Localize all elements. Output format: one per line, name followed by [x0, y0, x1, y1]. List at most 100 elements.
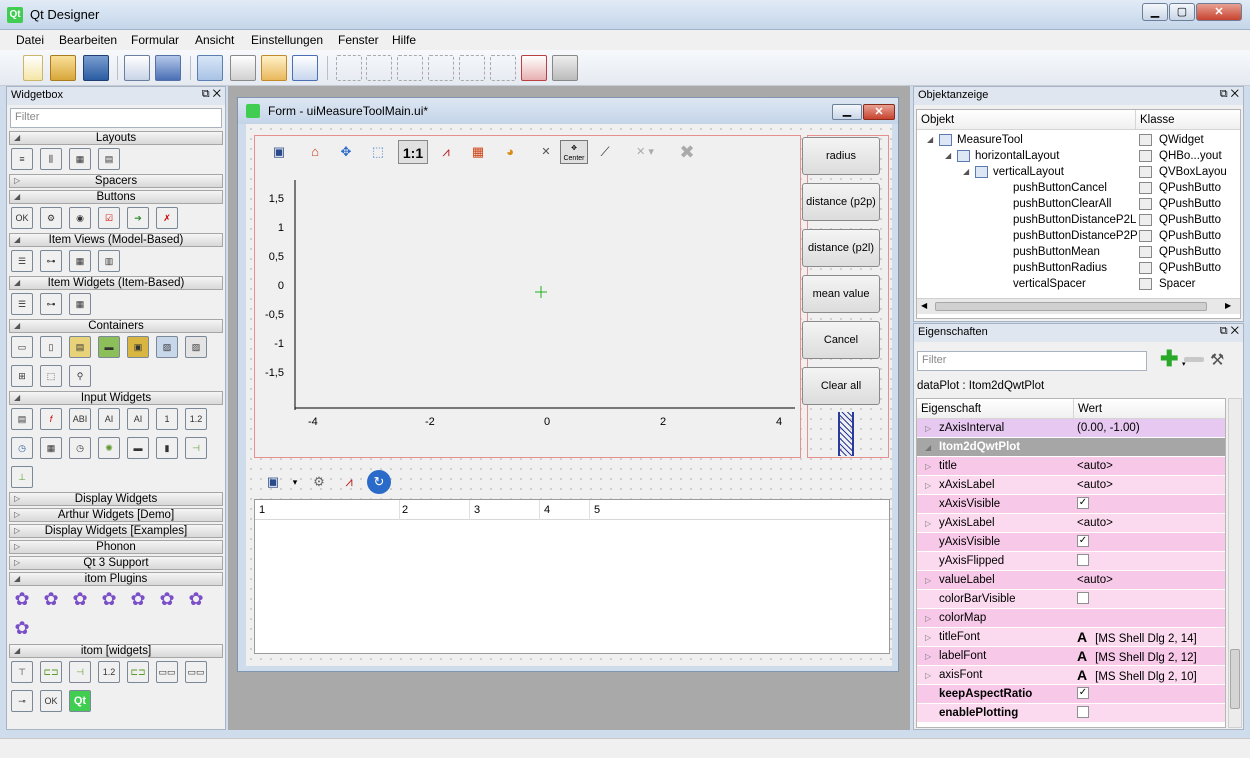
horizontal-scroll-bar-icon[interactable]: ▬	[127, 437, 149, 459]
category-spacers[interactable]: ▷ Spacers	[9, 174, 223, 188]
scroll-left-icon[interactable]: ◀	[921, 301, 927, 310]
vertical-layout-icon[interactable]: ≡	[11, 148, 33, 170]
menu-fenster[interactable]: Fenster	[338, 33, 379, 47]
layout-vertical-icon[interactable]	[366, 55, 392, 81]
tool-button-icon[interactable]: ⚙	[40, 207, 62, 229]
distance-p2l-button[interactable]: distance (p2l)	[802, 229, 880, 267]
property-expander-icon[interactable]: ▷	[925, 571, 931, 590]
horizontal-slider-icon[interactable]: ⊣	[185, 437, 207, 459]
dock-widget-icon[interactable]: ⬚	[40, 365, 62, 387]
command-link-button-icon[interactable]: ➔	[127, 207, 149, 229]
spin-box-icon[interactable]: 1	[156, 408, 178, 430]
dock-float-close-icons[interactable]: ⧉ ✕	[1220, 88, 1239, 101]
layout-grid-icon[interactable]	[459, 55, 485, 81]
color-map-icon[interactable]: ▦	[466, 140, 490, 164]
tree-expander-icon[interactable]: ◢	[945, 148, 951, 164]
itom-path-edit-icon[interactable]: ⊸	[11, 690, 33, 712]
dock-float-close-icons[interactable]: ⧉ ✕	[202, 88, 221, 101]
open-file-icon[interactable]	[50, 55, 76, 81]
menu-hilfe[interactable]: Hilfe	[392, 33, 416, 47]
category-containers[interactable]: ◢ Containers	[9, 319, 223, 333]
itom-double-spin-icon[interactable]: 1.2	[98, 661, 120, 683]
settings-gear-icon[interactable]: ⚙	[307, 470, 331, 494]
form-minimize-button[interactable]: ▁	[832, 104, 862, 120]
object-tree[interactable]: Objekt Klasse ◢ MeasureTool QWidget ◢ horizo…	[916, 109, 1241, 319]
property-filter-input[interactable]: Filter	[917, 351, 1147, 371]
category-arthur-widgets[interactable]: ▷ Arthur Widgets [Demo]	[9, 508, 223, 522]
layout-horizontal-icon[interactable]	[336, 55, 362, 81]
delete-markers-icon[interactable]: ✖	[675, 140, 699, 164]
remove-property-icon[interactable]	[1184, 357, 1204, 362]
property-expander-icon[interactable]: ◢	[925, 438, 931, 457]
tree-view-icon[interactable]: ⊶	[40, 250, 62, 272]
itom-motor-widget-icon[interactable]: ⊤	[11, 661, 33, 683]
property-expander-icon[interactable]: ▷	[925, 457, 931, 476]
object-tree-row[interactable]: pushButtonDistanceP2P QPushButto	[917, 228, 1240, 244]
time-edit-icon[interactable]: ◷	[11, 437, 33, 459]
property-row[interactable]: ▷ labelFont A [MS Shell Dlg 2, 12]	[917, 647, 1225, 666]
itom-range-widget-icon[interactable]: ▭▭	[185, 661, 207, 683]
property-row[interactable]: ▷ xAxisLabel <auto>	[917, 476, 1225, 495]
property-row[interactable]: ▷ colorMap	[917, 609, 1225, 628]
tree-expander-icon[interactable]: ◢	[927, 132, 933, 148]
menu-einstellungen[interactable]: Einstellungen	[251, 33, 323, 47]
edit-signals-slots-icon[interactable]	[230, 55, 256, 81]
property-expander-icon[interactable]: ▷	[925, 476, 931, 495]
group-box-icon[interactable]: ▭	[11, 336, 33, 358]
table-header-cell[interactable]: 4	[539, 500, 550, 520]
table-header-cell[interactable]: 1	[259, 504, 265, 516]
edit-buddies-icon[interactable]	[261, 55, 287, 81]
property-value[interactable]: [MS Shell Dlg 2, 14]	[1095, 633, 1197, 645]
plot-icon[interactable]: ⩘	[337, 470, 361, 494]
property-row[interactable]: yAxisFlipped	[917, 552, 1225, 571]
form-layout-icon[interactable]: ▤	[98, 148, 120, 170]
refresh-icon[interactable]: ↻	[367, 470, 391, 494]
vertical-scroll-bar-icon[interactable]: ▮	[156, 437, 178, 459]
center-marker-button[interactable]: ✥ Center	[560, 140, 588, 164]
add-dynamic-property-icon[interactable]: ✚	[1160, 348, 1178, 370]
scroll-thumb[interactable]	[935, 302, 1207, 311]
zoom-1to1-button[interactable]: 1:1	[398, 140, 428, 164]
col-eigenschaft[interactable]: Eigenschaft	[921, 403, 981, 415]
col-wert[interactable]: Wert	[1073, 399, 1102, 419]
check-box-icon[interactable]: ☑	[98, 207, 120, 229]
combo-box-icon[interactable]: ▤	[11, 408, 33, 430]
column-view-icon[interactable]: ▥	[98, 250, 120, 272]
dial-icon[interactable]: ✺	[98, 437, 120, 459]
itom-plugin-icon[interactable]: ✿	[127, 589, 149, 611]
property-checkbox[interactable]: ✓	[1077, 534, 1089, 547]
property-table[interactable]: Eigenschaft Wert ▷ zAxisInterval (0.00, -1…	[916, 398, 1226, 728]
itom-plugin-icon[interactable]: ✿	[98, 589, 120, 611]
date-edit-icon[interactable]: ▦	[40, 437, 62, 459]
property-row[interactable]: ▷ valueLabel <auto>	[917, 571, 1225, 590]
marker-dropdown-icon[interactable]: ✕ ▾	[633, 140, 657, 164]
marker-cross-icon[interactable]: ✕	[534, 140, 558, 164]
save-dropdown-icon[interactable]: ▾	[283, 470, 307, 494]
mean-value-button[interactable]: mean value	[802, 275, 880, 313]
property-value[interactable]: <auto>	[1077, 457, 1113, 476]
pan-icon[interactable]: ✥	[334, 140, 358, 164]
save-icon[interactable]	[83, 55, 109, 81]
layout-form-icon[interactable]	[490, 55, 516, 81]
property-value[interactable]: <auto>	[1077, 514, 1113, 533]
configure-wrench-icon[interactable]: ⚒	[1210, 350, 1224, 370]
mdi-area-icon[interactable]: ⊞	[11, 365, 33, 387]
object-tree-row[interactable]: pushButtonDistanceP2L QPushButto	[917, 212, 1240, 228]
date-time-edit-icon[interactable]: ◷	[69, 437, 91, 459]
scroll-thumb[interactable]	[1230, 649, 1240, 709]
object-tree-row[interactable]: dataPlot Itom2...tPlot	[917, 292, 1240, 294]
tree-widget-icon[interactable]: ⊶	[40, 293, 62, 315]
itom-range-slider-icon[interactable]: ⊏⊐	[40, 661, 62, 683]
category-layouts[interactable]: ◢ Layouts	[9, 131, 223, 145]
minimize-button[interactable]: ▁	[1142, 3, 1168, 21]
distance-p2p-button[interactable]: distance (p2p)	[802, 183, 880, 221]
font-combo-box-icon[interactable]: f	[40, 408, 62, 430]
object-tree-row[interactable]: verticalSpacer Spacer	[917, 276, 1240, 292]
property-checkbox[interactable]	[1077, 591, 1089, 604]
itom-plugin-icon[interactable]: ✿	[11, 618, 33, 640]
vertical-scroll-bar[interactable]	[1228, 398, 1242, 728]
grid-layout-icon[interactable]: ▦	[69, 148, 91, 170]
dialog-button-box-icon[interactable]: ✗	[156, 207, 178, 229]
table-header-cell[interactable]: 5	[589, 500, 600, 520]
table-header-cell[interactable]: 3	[469, 500, 480, 520]
